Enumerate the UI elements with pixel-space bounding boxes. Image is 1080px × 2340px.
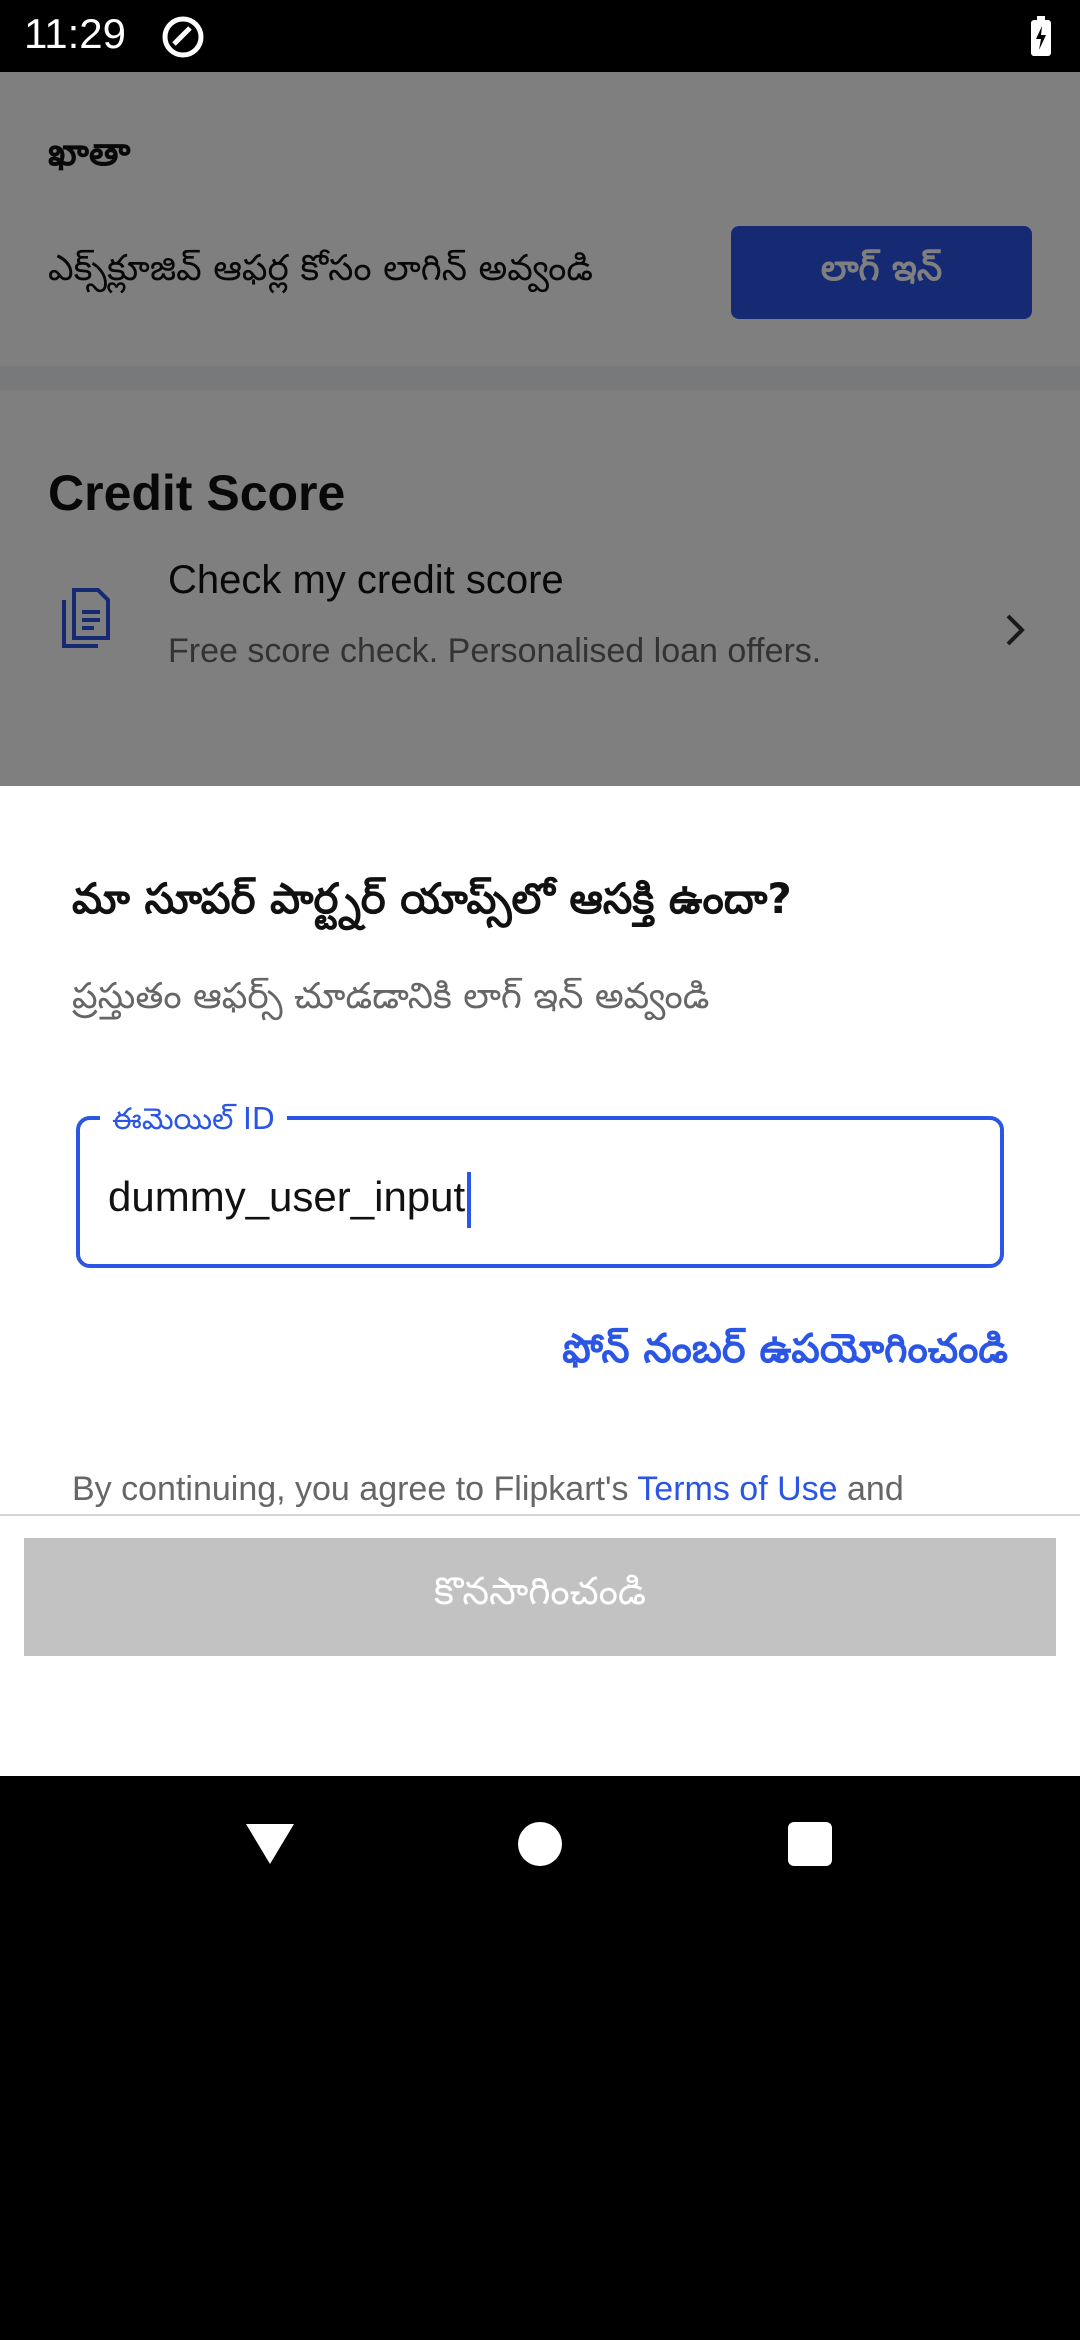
back-icon[interactable] xyxy=(244,1820,296,1868)
text-cursor xyxy=(467,1172,472,1228)
use-phone-number-link[interactable]: ఫోన్ నంబర్ ఉపయోగించండి xyxy=(562,1326,1008,1382)
navigation-bar xyxy=(0,1776,1080,1916)
sheet-subtitle: ప్రస్తుతం ఆఫర్స్ చూడడానికి లాగ్ ఇన్ అవ్వ… xyxy=(72,976,710,1017)
recents-icon[interactable] xyxy=(788,1822,832,1866)
home-icon[interactable] xyxy=(518,1822,562,1866)
status-time: 11:29 xyxy=(24,10,126,57)
terms-of-use-link[interactable]: Terms of Use xyxy=(637,1470,837,1508)
sheet-title: మా సూపర్ పార్ట్నర్ యాప్స్‌లో ఆసక్తి ఉందా… xyxy=(72,874,792,923)
terms-prefix: By continuing, you agree to Flipkart's xyxy=(72,1470,638,1508)
terms-suffix: and xyxy=(837,1470,904,1508)
login-bottom-sheet: మా సూపర్ పార్ట్నర్ యాప్స్‌లో ఆసక్తి ఉందా… xyxy=(0,786,1080,1776)
status-bar: 11:29 xyxy=(0,0,1080,72)
terms-text: By continuing, you agree to Flipkart's T… xyxy=(72,1470,904,1509)
email-input[interactable]: dummy_user_input xyxy=(108,1172,472,1228)
sheet-footer: కొనసాగించండి xyxy=(0,1514,1080,1776)
battery-charging-icon xyxy=(1031,16,1051,56)
email-input-value: dummy_user_input xyxy=(108,1173,466,1221)
continue-button[interactable]: కొనసాగించండి xyxy=(24,1538,1056,1656)
modal-scrim[interactable] xyxy=(0,72,1080,786)
app-notification-icon xyxy=(162,16,204,58)
email-field-label: ఈమెయిల్ ID xyxy=(100,1102,287,1144)
screen: 11:29 ఖాతా ఎక్స్‌క్లూజివ్ ఆఫర్ల కోసం లాగ… xyxy=(0,0,1080,2340)
